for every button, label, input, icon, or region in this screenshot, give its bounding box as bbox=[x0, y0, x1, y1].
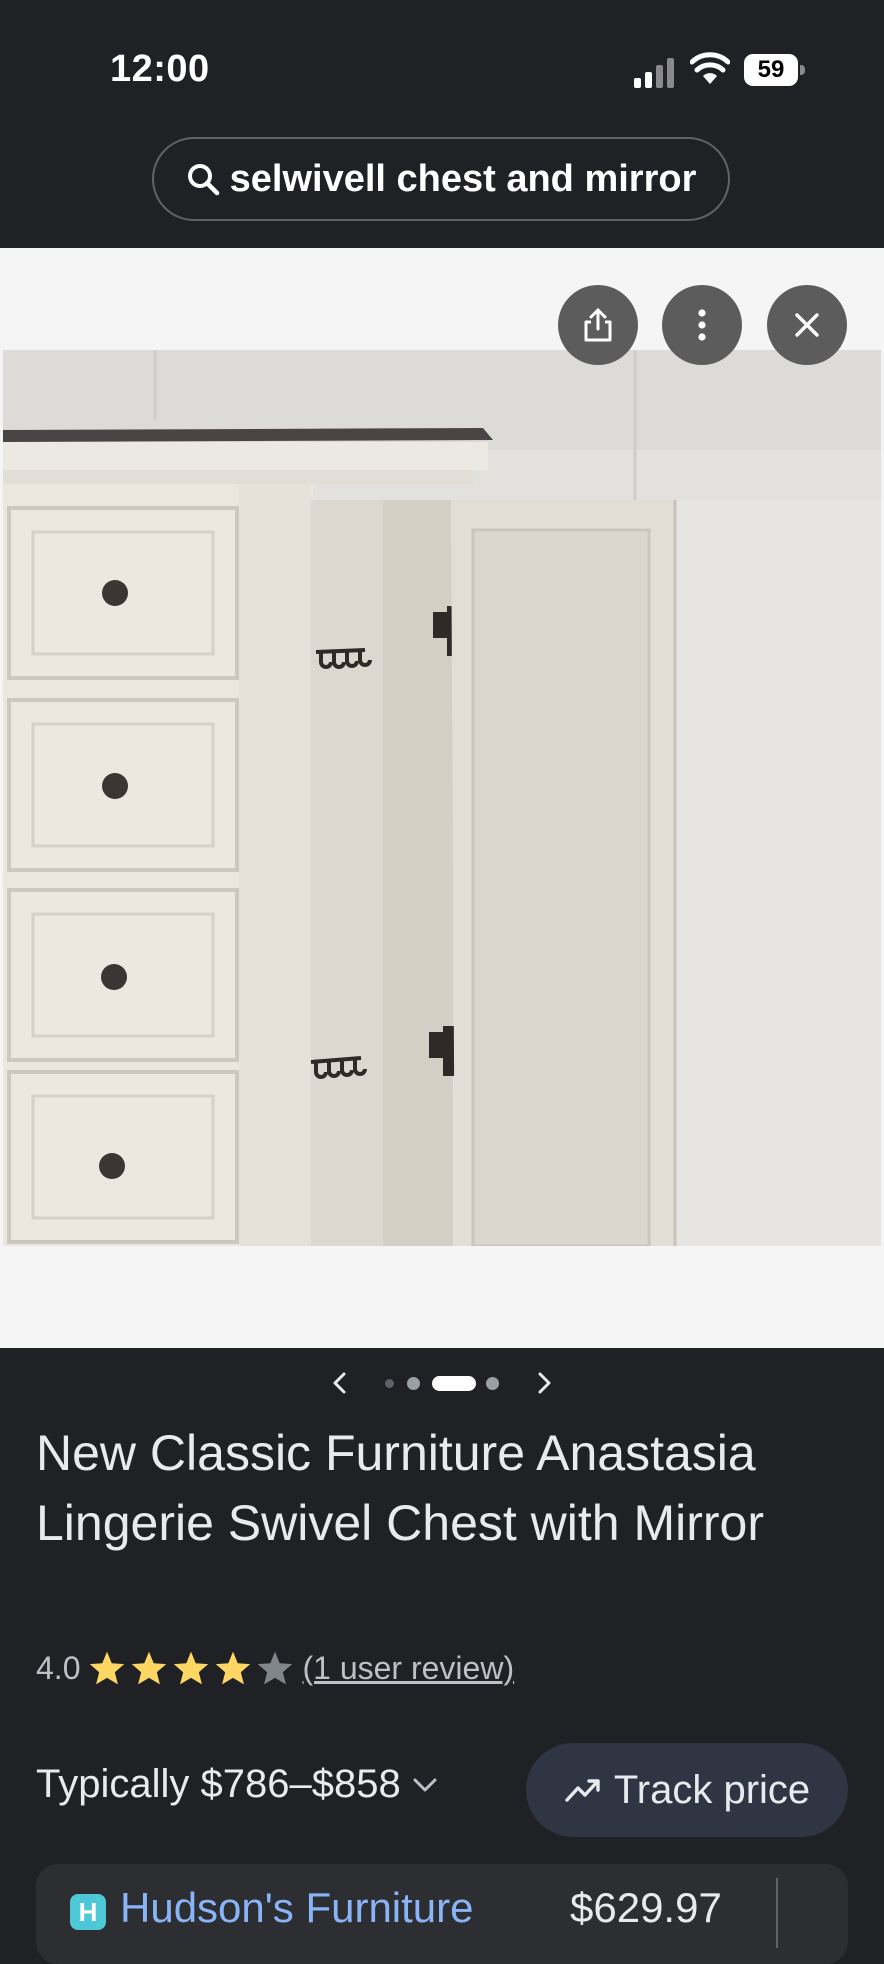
status-time: 12:00 bbox=[110, 48, 210, 90]
product-title: New Classic Furniture Anastasia Lingerie… bbox=[36, 1425, 765, 1551]
chevron-right-icon[interactable] bbox=[534, 1371, 554, 1395]
carousel-dot-active[interactable] bbox=[432, 1376, 476, 1391]
star-empty-icon bbox=[258, 1651, 293, 1685]
more-vert-icon bbox=[698, 309, 706, 341]
carousel-dot[interactable] bbox=[385, 1379, 394, 1388]
star-filled-icon bbox=[132, 1651, 167, 1685]
image-viewer[interactable] bbox=[0, 248, 884, 1348]
carousel-dot[interactable] bbox=[486, 1377, 499, 1390]
search-query: selwivell chest and mirror bbox=[229, 157, 697, 200]
carousel-dot[interactable] bbox=[407, 1377, 420, 1390]
track-price-label: Track price bbox=[613, 1767, 811, 1812]
status-bar: 12:00 59 bbox=[0, 0, 884, 130]
search-icon bbox=[187, 164, 219, 196]
product-image[interactable] bbox=[3, 350, 881, 1246]
image-carousel-nav bbox=[0, 1365, 884, 1401]
store-name-link[interactable]: Hudson's Furniture bbox=[120, 1884, 474, 1932]
close-button[interactable] bbox=[767, 285, 847, 365]
reviews-link[interactable]: (1 user review) bbox=[302, 1650, 514, 1687]
close-icon bbox=[795, 313, 819, 337]
star-filled-icon bbox=[174, 1651, 209, 1685]
battery-level: 59 bbox=[744, 54, 798, 86]
wifi-icon bbox=[690, 52, 730, 84]
battery-icon: 59 bbox=[744, 54, 806, 86]
track-price-button[interactable]: Track price bbox=[526, 1743, 848, 1837]
chest-illustration bbox=[3, 350, 881, 1246]
rating-row: 4.0 (1 user review) bbox=[36, 1646, 514, 1690]
share-icon bbox=[584, 308, 612, 342]
divider bbox=[776, 1878, 778, 1948]
chevron-down-icon bbox=[413, 1778, 437, 1791]
cellular-signal-icon bbox=[634, 58, 674, 88]
search-bar[interactable]: selwivell chest and mirror bbox=[152, 137, 730, 221]
rating-value: 4.0 bbox=[36, 1649, 81, 1686]
store-logo-icon: H bbox=[70, 1894, 106, 1930]
star-filled-icon bbox=[216, 1651, 251, 1685]
price-range-dropdown[interactable]: Typically $786–$858 bbox=[36, 1762, 439, 1807]
star-filled-icon bbox=[90, 1651, 125, 1685]
share-button[interactable] bbox=[558, 285, 638, 365]
rating-stars bbox=[88, 1650, 294, 1686]
store-price: $629.97 bbox=[570, 1884, 722, 1931]
store-offer-card[interactable]: H Hudson's Furniture $629.97 bbox=[36, 1864, 848, 1964]
chevron-left-icon[interactable] bbox=[330, 1371, 350, 1395]
more-options-button[interactable] bbox=[662, 285, 742, 365]
trending-up-icon bbox=[565, 1779, 600, 1802]
typical-price: Typically $786–$858 bbox=[36, 1762, 401, 1806]
